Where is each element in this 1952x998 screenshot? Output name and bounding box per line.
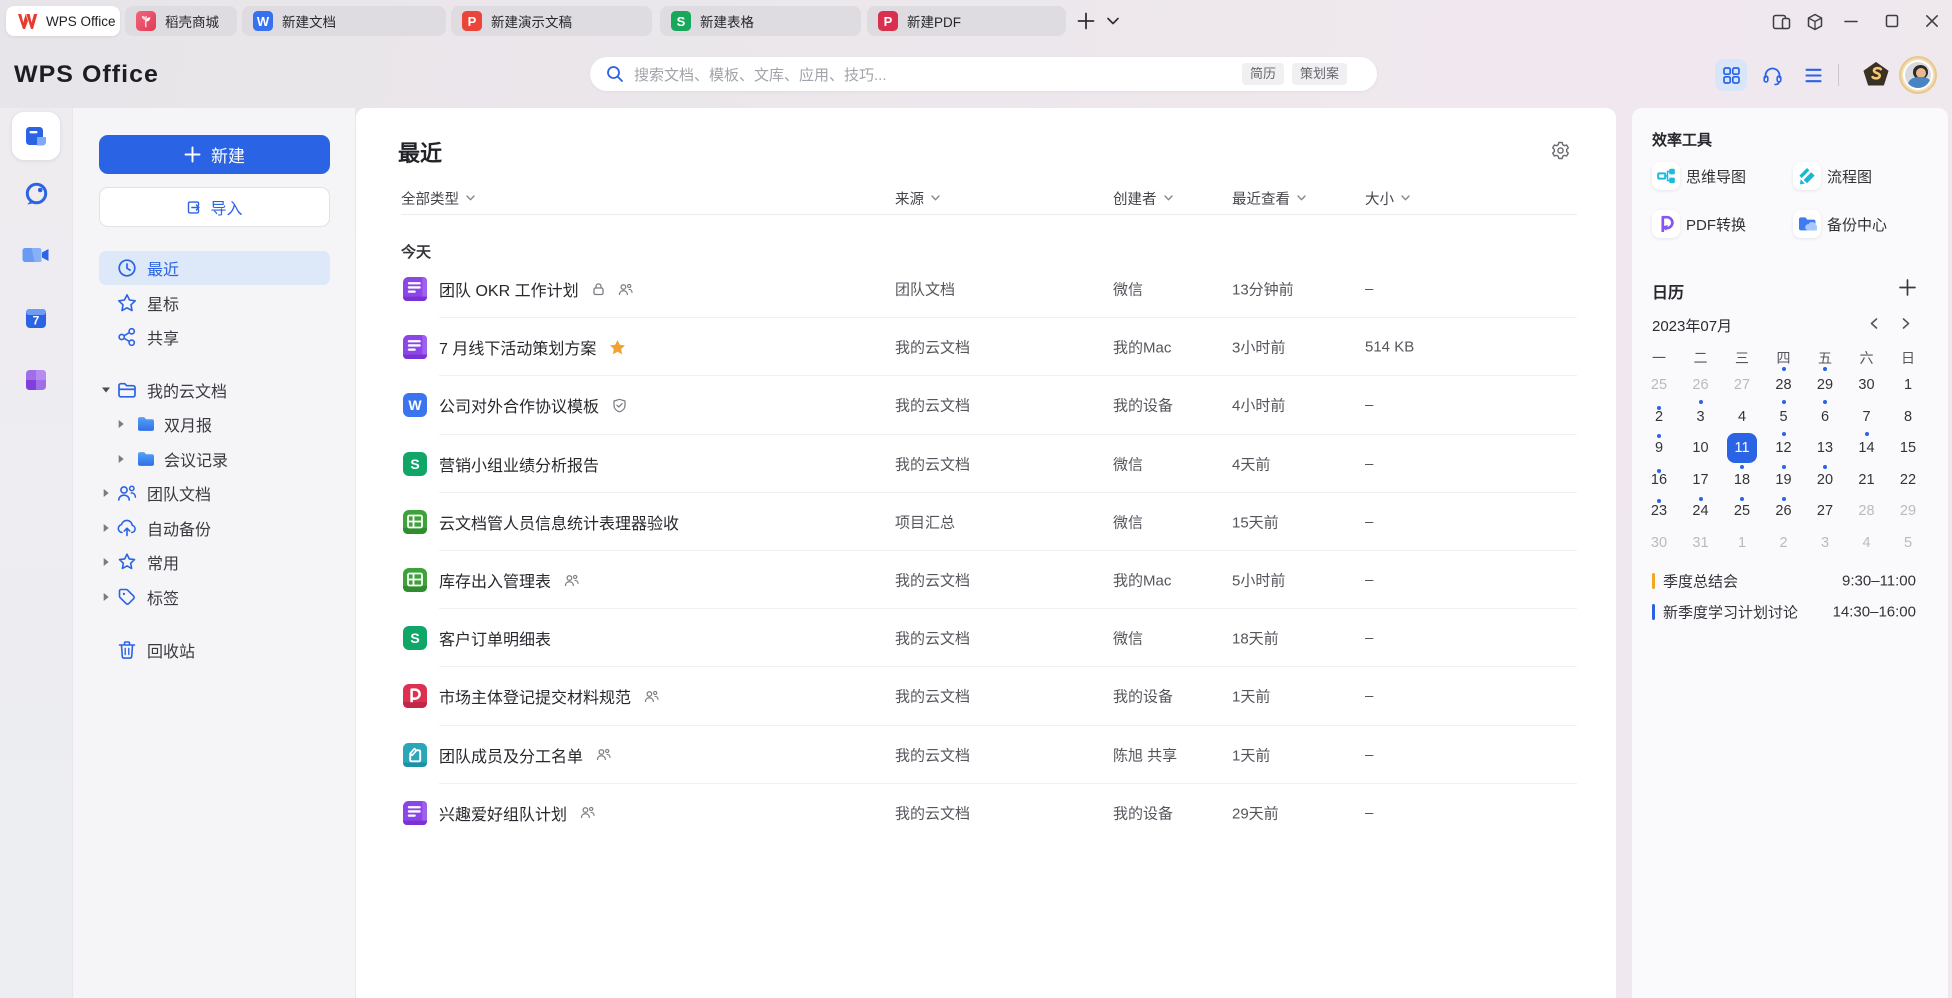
svg-text:7: 7 (33, 314, 40, 328)
